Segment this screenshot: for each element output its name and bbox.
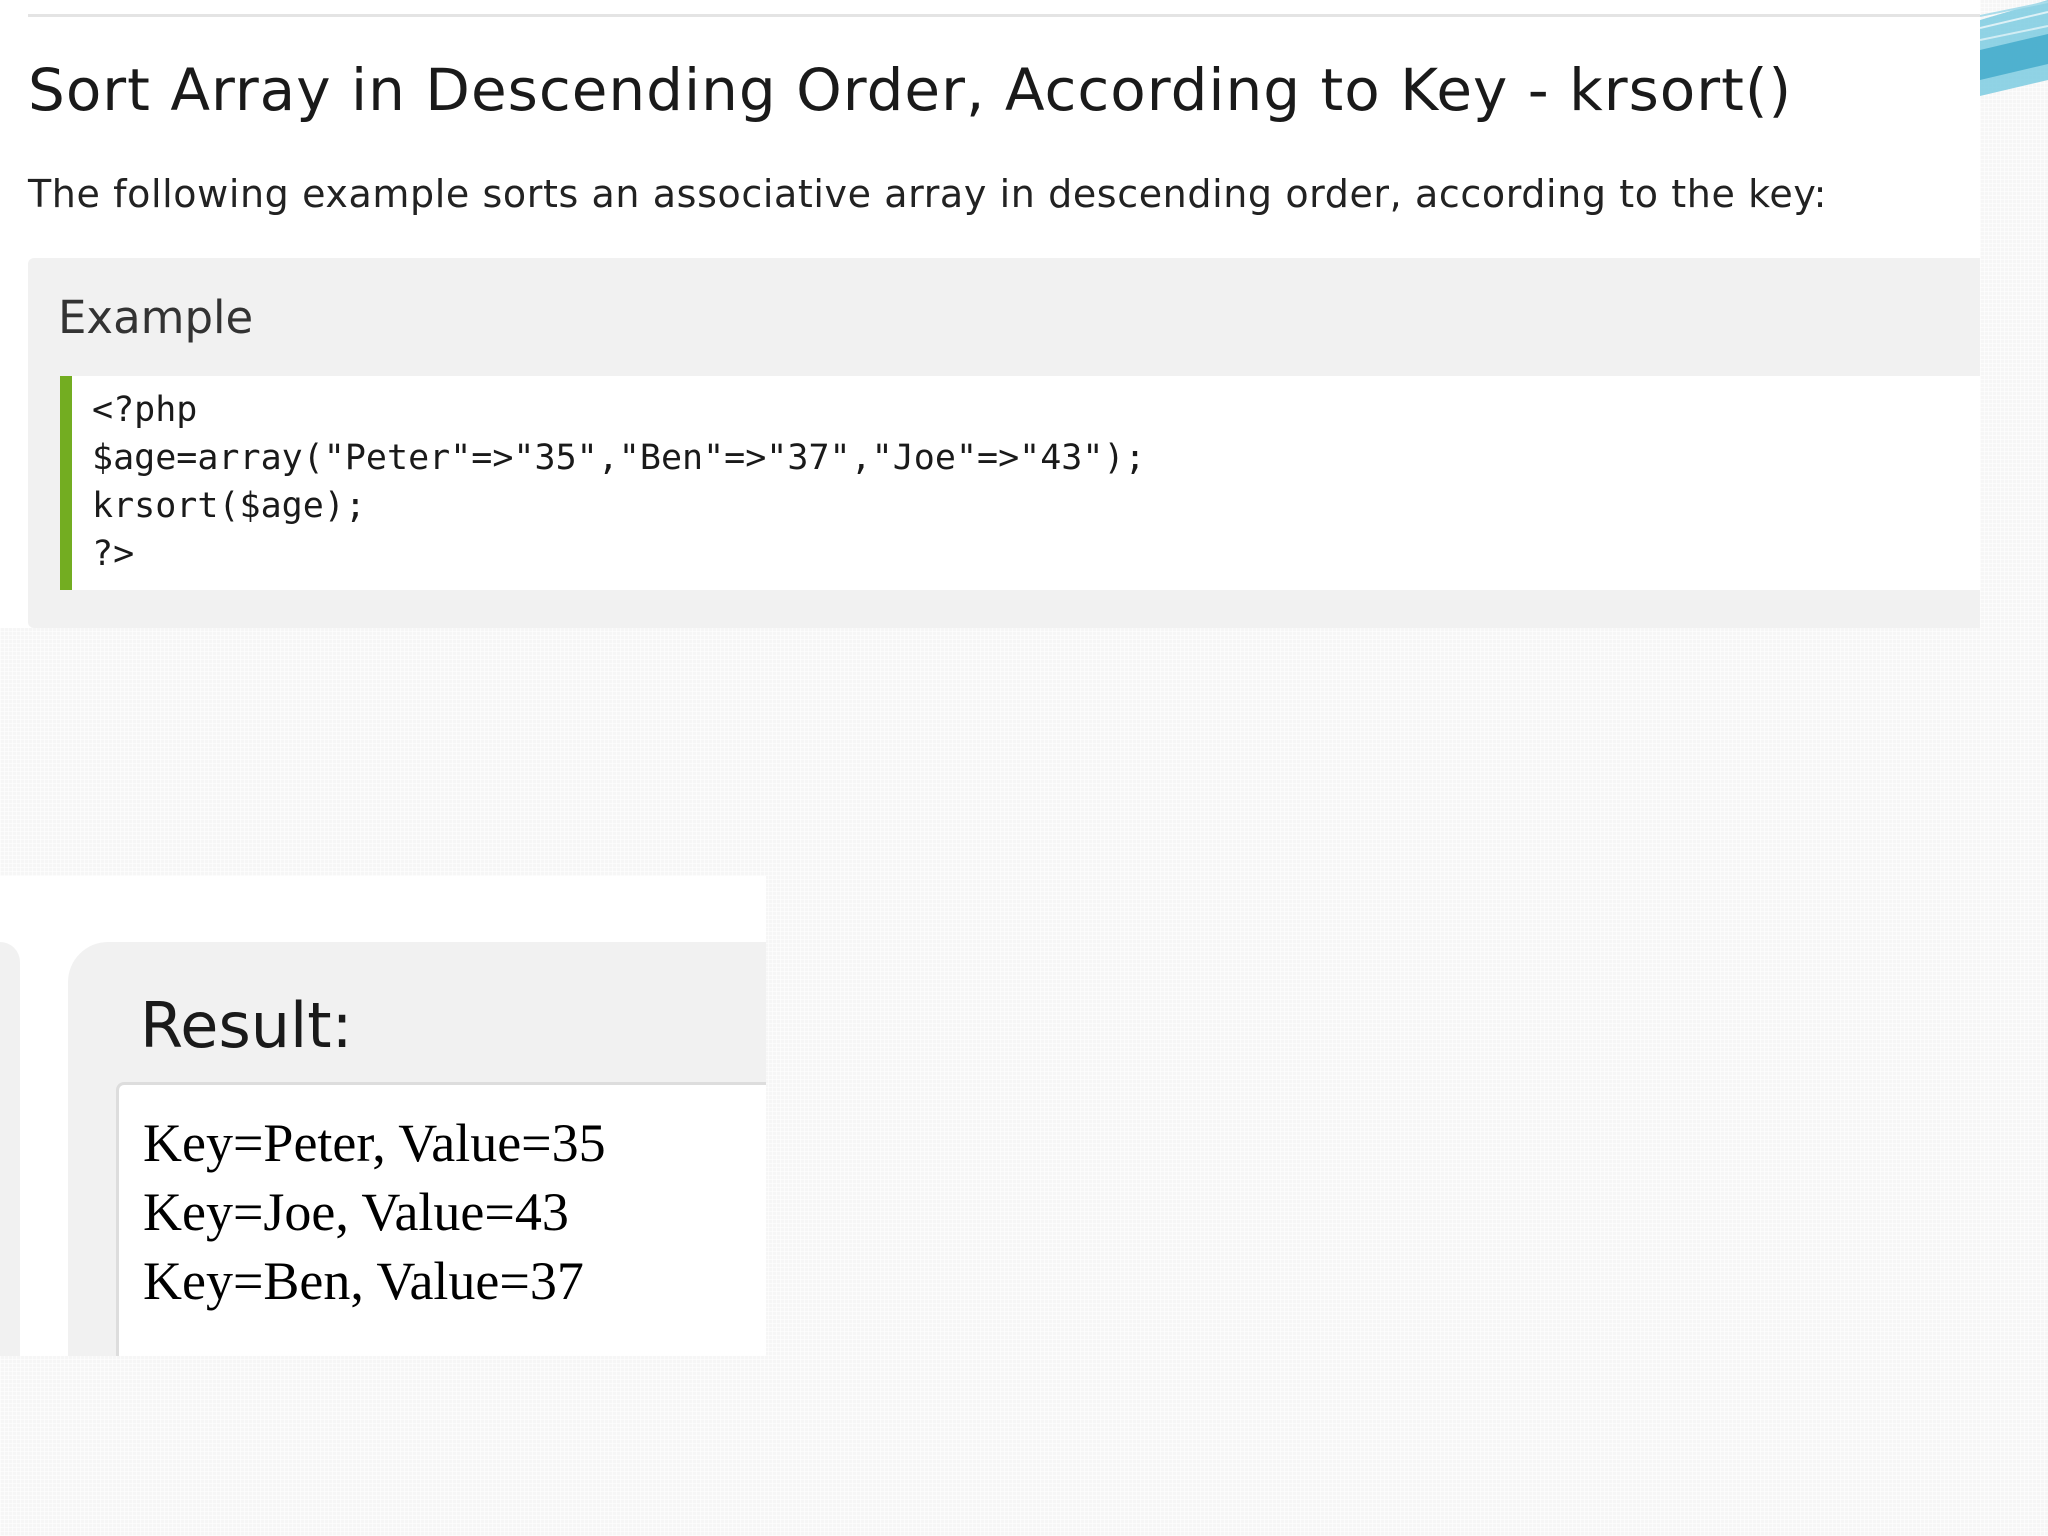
code-line: <?php: [92, 390, 198, 430]
code-line: krsort($age);: [92, 486, 366, 526]
intro-paragraph: The following example sorts an associati…: [28, 172, 1828, 216]
result-line: Key=Peter, Value=35: [143, 1113, 606, 1173]
result-output: Key=Peter, Value=35 Key=Joe, Value=43 Ke…: [116, 1082, 766, 1356]
slide-decoration-graphic: [1980, 0, 2048, 96]
adjacent-panel-edge: [0, 942, 20, 1356]
result-line: Key=Ben, Value=37: [143, 1251, 584, 1311]
result-line: Key=Joe, Value=43: [143, 1182, 569, 1242]
section-heading: Sort Array in Descending Order, Accordin…: [28, 56, 1793, 124]
result-panel: Result: Key=Peter, Value=35 Key=Joe, Val…: [68, 942, 766, 1356]
code-line: $age=array("Peter"=>"35","Ben"=>"37","Jo…: [92, 438, 1146, 478]
horizontal-divider: [28, 14, 1980, 17]
example-title: Example: [58, 291, 254, 344]
code-block: <?php $age=array("Peter"=>"35","Ben"=>"3…: [60, 376, 1980, 590]
tutorial-screenshot: Sort Array in Descending Order, Accordin…: [0, 0, 1980, 628]
result-title: Result:: [140, 989, 353, 1062]
example-panel: Example <?php $age=array("Peter"=>"35","…: [28, 258, 1980, 628]
result-screenshot: Result: Key=Peter, Value=35 Key=Joe, Val…: [0, 876, 766, 1356]
code-line: ?>: [92, 534, 135, 574]
